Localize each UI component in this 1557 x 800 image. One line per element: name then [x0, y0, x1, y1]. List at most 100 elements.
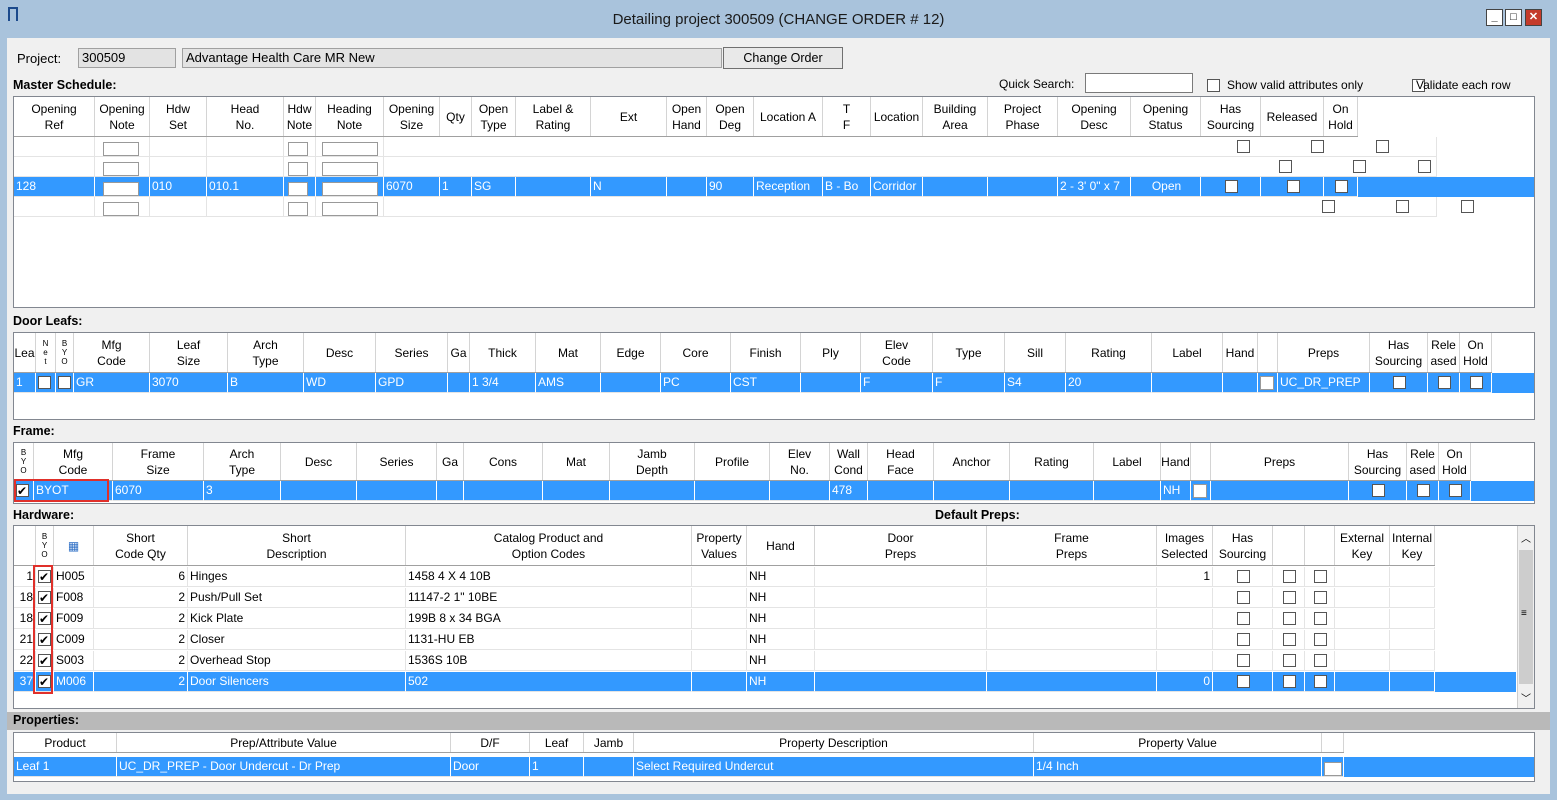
col-opening-ref[interactable]: Opening Ref: [14, 97, 95, 136]
col-open-hand[interactable]: Open Hand: [667, 97, 707, 136]
scroll-up-icon[interactable]: ︿: [1521, 530, 1531, 545]
frame-released-checkbox[interactable]: [1417, 484, 1430, 498]
hw-checkbox-b[interactable]: [1314, 675, 1327, 689]
hw-has-sourcing-checkbox[interactable]: [1237, 612, 1250, 626]
maximize-button[interactable]: □: [1505, 9, 1522, 26]
grid-layout-icon[interactable]: ▦: [54, 526, 94, 565]
heading-note-icon[interactable]: [322, 141, 378, 156]
frame-row-1[interactable]: BYOT 6070 3 478 NH: [14, 481, 1534, 501]
hardware-byo-highlight: [33, 565, 53, 694]
hw-checkbox-b[interactable]: [1314, 612, 1327, 626]
col-location-a[interactable]: Location A: [754, 97, 823, 136]
scroll-down-icon[interactable]: ﹀: [1521, 690, 1531, 705]
project-label: Project:: [17, 51, 62, 66]
hw-has-sourcing-checkbox[interactable]: [1237, 570, 1250, 584]
col-open-deg[interactable]: Open Deg: [707, 97, 754, 136]
hw-has-sourcing-checkbox[interactable]: [1237, 633, 1250, 647]
frame-grid[interactable]: B Y O Mfg Code Frame Size Arch Type Desc…: [13, 442, 1535, 504]
validate-each-row-label: Validate each row: [1416, 78, 1511, 92]
master-row-empty-3[interactable]: [14, 197, 1437, 217]
opening-note-icon[interactable]: [103, 141, 139, 156]
leaf-released-checkbox[interactable]: [1438, 376, 1451, 390]
quick-search-label: Quick Search:: [999, 77, 1075, 91]
hardware-row-selected[interactable]: 37 M006 2 Door Silencers 502 NH 0: [14, 672, 1516, 692]
col-open-type[interactable]: Open Type: [472, 97, 516, 136]
hw-has-sourcing-checkbox[interactable]: [1237, 654, 1250, 668]
frame-title: Frame:: [13, 424, 55, 438]
hw-checkbox-b[interactable]: [1314, 654, 1327, 668]
door-leafs-grid[interactable]: Lea N e t B Y O Mfg Code Leaf Size Arch …: [13, 332, 1535, 420]
hardware-grid[interactable]: B Y O ▦ Short Code Qty Short Description…: [13, 525, 1535, 709]
quick-search-input[interactable]: [1085, 73, 1193, 93]
change-order-button[interactable]: Change Order: [723, 47, 843, 69]
hw-checkbox-b[interactable]: [1314, 633, 1327, 647]
col-hdw-note[interactable]: Hdw Note: [284, 97, 316, 136]
frame-byo-highlight: [14, 479, 109, 502]
leaf-on-hold-checkbox[interactable]: [1470, 376, 1483, 390]
leaf-row-1[interactable]: 1 GR 3070 B WD GPD 1 3/4 AMS PC CST F F …: [14, 373, 1534, 393]
col-opening-note[interactable]: Opening Note: [95, 97, 150, 136]
col-qty[interactable]: Qty: [440, 97, 472, 136]
hw-has-sourcing-checkbox[interactable]: [1237, 591, 1250, 605]
hardware-title: Hardware:: [13, 508, 75, 522]
col-tf[interactable]: T F: [823, 97, 871, 136]
col-label-rating[interactable]: Label & Rating: [516, 97, 591, 136]
hardware-row[interactable]: 18 F009 2 Kick Plate 199B 8 x 34 BGA NH: [14, 609, 1435, 629]
window-title: Detailing project 300509 (CHANGE ORDER #…: [612, 11, 945, 28]
hw-checkbox-b[interactable]: [1314, 570, 1327, 584]
col-opening-status[interactable]: Opening Status: [1131, 97, 1201, 136]
hardware-row[interactable]: 22 S003 2 Overhead Stop 1536S 10B NH: [14, 651, 1435, 671]
frame-has-sourcing-checkbox[interactable]: [1372, 484, 1385, 498]
col-on-hold[interactable]: On Hold: [1324, 97, 1358, 136]
close-button[interactable]: ✕: [1525, 9, 1542, 26]
opening-note-icon[interactable]: [103, 181, 139, 196]
hardware-row[interactable]: 1 H005 6 Hinges 1458 4 X 4 10B NH 1: [14, 567, 1435, 587]
property-edit-button[interactable]: [1324, 761, 1342, 776]
title-bar: Detailing project 300509 (CHANGE ORDER #…: [0, 0, 1557, 38]
master-row-empty-1[interactable]: [14, 137, 1437, 157]
col-has-sourcing[interactable]: Has Sourcing: [1201, 97, 1261, 136]
hw-has-sourcing-checkbox[interactable]: [1237, 675, 1250, 689]
leaf-has-sourcing-checkbox[interactable]: [1393, 376, 1406, 390]
hw-checkbox-a[interactable]: [1283, 570, 1296, 584]
master-schedule-title: Master Schedule:: [13, 78, 117, 92]
frame-header-row: B Y O Mfg Code Frame Size Arch Type Desc…: [14, 443, 1471, 481]
minimize-button[interactable]: _: [1486, 9, 1503, 26]
leaf-byo-checkbox[interactable]: [58, 376, 71, 390]
col-project-phase[interactable]: Project Phase: [988, 97, 1058, 136]
col-hdw-set[interactable]: Hdw Set: [150, 97, 207, 136]
default-preps-title: Default Preps:: [935, 508, 1020, 522]
col-head-no[interactable]: Head No.: [207, 97, 284, 136]
hdw-note-icon[interactable]: [288, 141, 308, 156]
hw-checkbox-a[interactable]: [1283, 654, 1296, 668]
col-opening-desc[interactable]: Opening Desc: [1058, 97, 1131, 136]
frame-on-hold-checkbox[interactable]: [1449, 484, 1462, 498]
col-location[interactable]: Location: [871, 97, 923, 136]
hw-checkbox-a[interactable]: [1283, 612, 1296, 626]
show-valid-label: Show valid attributes only: [1227, 78, 1364, 92]
hw-checkbox-a[interactable]: [1283, 675, 1296, 689]
col-opening-size[interactable]: Opening Size: [384, 97, 440, 136]
project-name-field: Advantage Health Care MR New: [182, 48, 722, 68]
show-valid-checkbox[interactable]: [1207, 79, 1220, 93]
hardware-header-row: B Y O ▦ Short Code Qty Short Description…: [14, 526, 1435, 566]
hardware-scrollbar[interactable]: ︿ ≡ ﹀: [1517, 526, 1534, 708]
col-heading-note[interactable]: Heading Note: [316, 97, 384, 136]
master-row-empty-2[interactable]: [14, 157, 1437, 177]
hw-checkbox-a[interactable]: [1283, 633, 1296, 647]
hardware-row[interactable]: 18 F008 2 Push/Pull Set 11147-2 1" 10BE …: [14, 588, 1435, 608]
leaf-net-checkbox[interactable]: [38, 376, 51, 390]
col-ext[interactable]: Ext: [591, 97, 667, 136]
leafs-header-row: Lea N e t B Y O Mfg Code Leaf Size Arch …: [14, 333, 1492, 373]
scroll-grip-icon: ≡: [1521, 608, 1527, 619]
properties-grid[interactable]: Product Prep/Attribute Value D/F Leaf Ja…: [13, 732, 1535, 782]
properties-row-1[interactable]: Leaf 1 UC_DR_PREP - Door Undercut - Dr P…: [14, 757, 1534, 777]
col-released[interactable]: Released: [1261, 97, 1324, 136]
detailing-window: Project: 300509 Advantage Health Care MR…: [7, 38, 1550, 794]
hw-checkbox-a[interactable]: [1283, 591, 1296, 605]
hw-checkbox-b[interactable]: [1314, 591, 1327, 605]
col-building-area[interactable]: Building Area: [923, 97, 988, 136]
hardware-row[interactable]: 21 C009 2 Closer 1131-HU EB NH: [14, 630, 1435, 650]
master-schedule-grid[interactable]: Opening Ref Opening Note Hdw Set Head No…: [13, 96, 1535, 308]
properties-header-bar: [7, 712, 1550, 730]
